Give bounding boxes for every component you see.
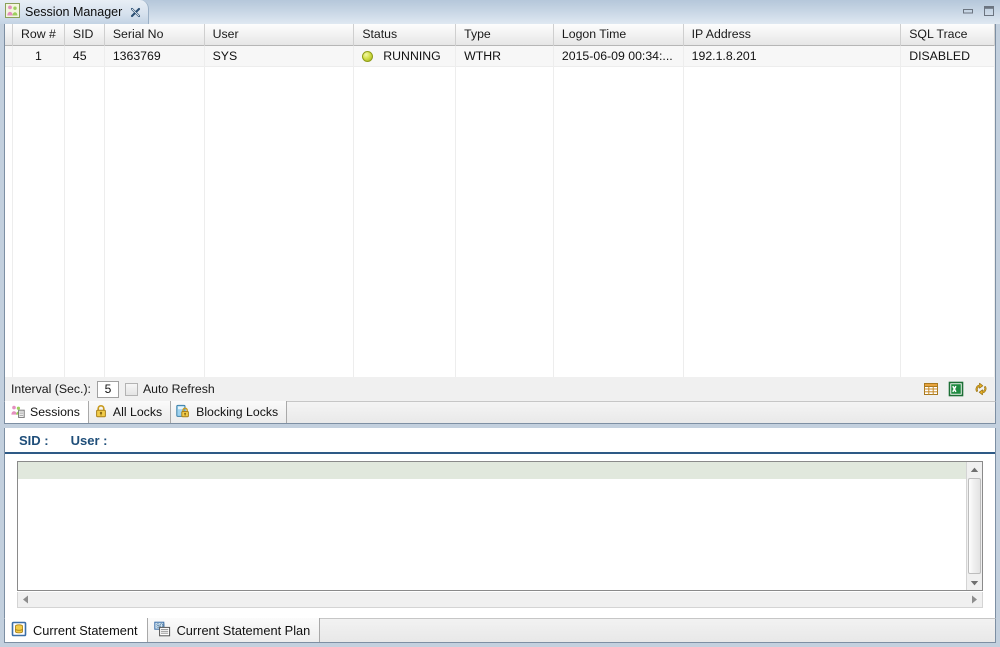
statement-icon bbox=[11, 621, 27, 640]
interval-label: Interval (Sec.): bbox=[11, 382, 91, 396]
detail-user-label: User : bbox=[70, 432, 108, 448]
cell-status-label: RUNNING bbox=[383, 49, 441, 63]
current-line-highlight bbox=[18, 462, 966, 479]
minimize-icon[interactable] bbox=[961, 5, 975, 18]
vscroll-thumb[interactable] bbox=[968, 478, 981, 574]
row-grip-cell bbox=[5, 46, 13, 67]
cell-status: RUNNING bbox=[354, 46, 457, 67]
session-sub-tabs: Sessions All Locks Blocking Locks bbox=[4, 401, 996, 424]
column-header-ip-address[interactable]: IP Address bbox=[684, 24, 902, 46]
statement-plan-icon: SQL bbox=[153, 621, 171, 640]
statement-editor[interactable] bbox=[17, 461, 983, 591]
session-manager-icon bbox=[5, 3, 20, 21]
column-header-logon-time[interactable]: Logon Time bbox=[554, 24, 684, 46]
column-header-sql-trace[interactable]: SQL Trace bbox=[901, 24, 995, 46]
blocking-lock-icon bbox=[176, 404, 191, 421]
running-status-dot bbox=[362, 50, 374, 62]
cell-sql-trace: DISABLED bbox=[901, 46, 995, 67]
statement-tabs: Current Statement SQL Current Statement … bbox=[4, 618, 996, 643]
detail-sid-label: SID : bbox=[19, 432, 49, 448]
cell-sid: 45 bbox=[64, 46, 105, 67]
close-icon[interactable] bbox=[129, 6, 142, 19]
cell-type: WTHR bbox=[456, 46, 554, 67]
sessions-table-panel: Row # SID Serial No User Status Type Log… bbox=[4, 24, 996, 399]
lock-icon bbox=[94, 404, 108, 421]
statement-scroll-left-icon[interactable] bbox=[18, 592, 34, 607]
maximize-icon[interactable] bbox=[982, 5, 996, 18]
view-tab-strip: Session Manager bbox=[0, 0, 1000, 24]
statement-horizontal-scrollbar[interactable] bbox=[17, 592, 983, 608]
cell-row: 1 bbox=[12, 46, 65, 67]
cell-logon-time: 2015-06-09 00:34:... bbox=[553, 46, 684, 67]
interval-input[interactable] bbox=[96, 380, 119, 398]
row-grip-header bbox=[5, 24, 13, 46]
session-manager-window: Session Manager Row # SID Serial No User… bbox=[0, 0, 1000, 647]
statement-scroll-right-icon[interactable] bbox=[966, 592, 982, 607]
tab-all-locks[interactable]: All Locks bbox=[88, 401, 172, 423]
table-header-row: Row # SID Serial No User Status Type Log… bbox=[5, 24, 995, 46]
tab-current-statement-plan-label: Current Statement Plan bbox=[176, 622, 311, 638]
detail-header: SID : User : bbox=[5, 428, 995, 454]
grid-view-icon[interactable] bbox=[923, 381, 939, 397]
tab-title: Session Manager bbox=[25, 5, 123, 19]
tab-blocking-locks[interactable]: Blocking Locks bbox=[171, 401, 288, 423]
interval-toolbar-actions bbox=[923, 381, 989, 397]
statement-text-area[interactable] bbox=[18, 462, 966, 590]
statement-detail-panel: SID : User : bbox=[4, 428, 996, 618]
tab-current-statement[interactable]: Current Statement bbox=[5, 618, 148, 642]
column-header-serial-no[interactable]: Serial No bbox=[105, 24, 205, 46]
scroll-up-icon[interactable] bbox=[967, 462, 983, 477]
column-header-row[interactable]: Row # bbox=[13, 24, 65, 46]
tab-all-locks-label: All Locks bbox=[112, 405, 163, 419]
column-header-user[interactable]: User bbox=[205, 24, 355, 46]
sessions-icon bbox=[10, 404, 25, 421]
table-row[interactable]: 1 45 1363769 SYS RUNNING WTHR 2015-06-09… bbox=[5, 46, 995, 67]
refresh-icon[interactable] bbox=[973, 381, 989, 397]
table-empty-area bbox=[5, 67, 995, 398]
tab-session-manager[interactable]: Session Manager bbox=[0, 0, 150, 24]
tab-current-statement-plan[interactable]: SQL Current Statement Plan bbox=[147, 618, 321, 642]
cell-ip-address: 192.1.8.201 bbox=[683, 46, 902, 67]
tab-blocking-locks-label: Blocking Locks bbox=[196, 405, 279, 419]
scroll-down-icon[interactable] bbox=[967, 575, 983, 590]
auto-refresh-checkbox[interactable] bbox=[124, 382, 138, 396]
table-body: 1 45 1363769 SYS RUNNING WTHR 2015-06-09… bbox=[5, 46, 995, 398]
window-controls bbox=[961, 2, 996, 20]
interval-toolbar: Interval (Sec.): Auto Refresh bbox=[4, 377, 996, 401]
cell-user: SYS bbox=[204, 46, 355, 67]
column-header-type[interactable]: Type bbox=[456, 24, 554, 46]
column-header-sid[interactable]: SID bbox=[65, 24, 105, 46]
tab-sessions-label: Sessions bbox=[30, 405, 80, 419]
tab-current-statement-label: Current Statement bbox=[33, 622, 138, 638]
cell-serial-no: 1363769 bbox=[104, 46, 205, 67]
tab-sessions[interactable]: Sessions bbox=[5, 401, 89, 423]
statement-vertical-scrollbar[interactable] bbox=[966, 462, 982, 590]
auto-refresh-label[interactable]: Auto Refresh bbox=[143, 382, 215, 396]
export-excel-icon[interactable] bbox=[948, 381, 964, 397]
column-header-status[interactable]: Status bbox=[354, 24, 457, 46]
